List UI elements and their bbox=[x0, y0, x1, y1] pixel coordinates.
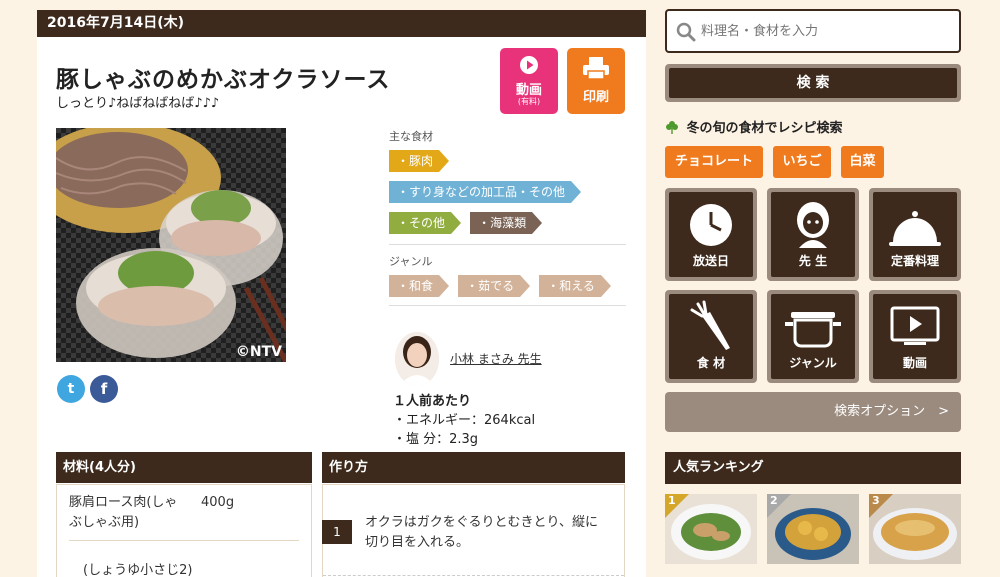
nutrition-info: １人前あたり ・エネルギー：264kcal ・塩 分：2.3g bbox=[393, 392, 535, 449]
recipe-photo: ©NTV bbox=[56, 128, 286, 362]
search-icon bbox=[676, 22, 696, 42]
broadcast-date: 2016年7月14日(木) bbox=[37, 10, 646, 37]
ingredient-amount: 400g bbox=[201, 495, 235, 510]
rank-number: 2 bbox=[770, 494, 778, 507]
tile-label: 先 生 bbox=[798, 254, 828, 268]
twitter-icon: t bbox=[67, 381, 75, 397]
ranking-header: 人気ランキング bbox=[665, 452, 961, 484]
ingredients-list: 豚肩ロース肉(しゃぶしゃぶ用) 400g (しょうゆ小さじ2) bbox=[56, 484, 312, 577]
ingredient-tag[interactable]: ・その他 bbox=[389, 212, 462, 234]
tile-ingredients[interactable]: 食 材 bbox=[665, 290, 757, 383]
step-number: 1 bbox=[322, 520, 352, 544]
video-button[interactable]: 動画 (有料) bbox=[500, 48, 558, 114]
tile-label: 定番料理 bbox=[890, 254, 939, 268]
pot-icon bbox=[785, 312, 841, 348]
season-tag-chocolate[interactable]: チョコレート bbox=[665, 146, 763, 178]
video-paid-note: (有料) bbox=[517, 97, 541, 106]
search-input[interactable] bbox=[701, 21, 941, 41]
search-button-label: 検 索 bbox=[669, 68, 957, 98]
info-divider bbox=[389, 244, 626, 245]
nutrition-energy: ・エネルギー：264kcal bbox=[393, 413, 536, 428]
nutrition-heading: １人前あたり bbox=[393, 394, 472, 409]
recipe-card: 2016年7月14日(木) 豚しゃぶのめかぶオクラソース しっとり♪ねばねばねば… bbox=[37, 10, 646, 577]
info-divider bbox=[389, 305, 626, 306]
genre-tag[interactable]: ・茹でる bbox=[458, 275, 531, 297]
search-button[interactable]: 検 索 bbox=[665, 64, 961, 102]
ingredients-header: 材料(4人分) bbox=[56, 452, 312, 483]
ingredient-tag[interactable]: ・海藻類 bbox=[470, 212, 543, 234]
clock-icon bbox=[690, 204, 732, 246]
rank-number: 3 bbox=[872, 494, 880, 507]
cloche-icon bbox=[889, 211, 941, 246]
facebook-share-button[interactable]: f bbox=[90, 375, 118, 403]
tile-label: 放送日 bbox=[692, 254, 729, 268]
tile-label: 食 材 bbox=[696, 356, 726, 370]
ingredient-name: 豚肩ロース肉(しゃぶしゃぶ用) bbox=[69, 495, 178, 530]
tile-label: 動画 bbox=[902, 356, 927, 370]
photo-copyright: ©NTV bbox=[235, 344, 282, 360]
printer-icon bbox=[583, 57, 609, 80]
twitter-share-button[interactable]: t bbox=[57, 375, 85, 403]
clover-icon bbox=[666, 121, 678, 134]
list-item: (しょうゆ小さじ2) bbox=[83, 559, 192, 577]
season-heading-text: 冬の旬の食材でレシピ検索 bbox=[686, 121, 843, 136]
steps-list: 1 オクラはガクをぐるりとむきとり、縦に切り目を入れる。 bbox=[322, 484, 625, 577]
steps-header: 作り方 bbox=[322, 452, 625, 483]
tile-classic-recipes[interactable]: 定番料理 bbox=[869, 188, 961, 281]
print-button-label: 印刷 bbox=[582, 90, 609, 105]
genre-tag[interactable]: ・和食 bbox=[389, 275, 450, 297]
recipe-info: 主な食材 ・豚肉 ・すり身などの加工品・その他 ・その他 ・海藻類 ジャンル ・… bbox=[389, 128, 626, 312]
ranking-item-1[interactable]: 1 bbox=[665, 494, 757, 564]
season-tag-strawberry[interactable]: いちご bbox=[773, 146, 831, 178]
recipe-subtitle: しっとり♪ねばねばねば♪♪♪ bbox=[56, 96, 220, 111]
ranking-item-2[interactable]: 2 bbox=[767, 494, 859, 564]
facebook-icon: f bbox=[100, 380, 108, 398]
genre-label: ジャンル bbox=[389, 255, 433, 268]
tile-label: ジャンル bbox=[789, 356, 837, 370]
tile-broadcast-date[interactable]: 放送日 bbox=[665, 188, 757, 281]
step-text: オクラはガクをぐるりとむきとり、縦に切り目を入れる。 bbox=[365, 515, 598, 550]
teacher-link[interactable]: 小林 まさみ 先生 bbox=[450, 350, 542, 367]
carrot-icon bbox=[690, 300, 730, 350]
teacher-avatar bbox=[395, 332, 439, 386]
tile-teacher[interactable]: 先 生 bbox=[767, 188, 859, 281]
ingredient-name: (しょうゆ小さじ2) bbox=[83, 563, 193, 577]
recipe-title: 豚しゃぶのめかぶオクラソース bbox=[56, 67, 391, 93]
tile-video[interactable]: 動画 bbox=[869, 290, 961, 383]
print-button[interactable]: 印刷 bbox=[567, 48, 625, 114]
play-icon bbox=[520, 56, 538, 74]
step-divider bbox=[323, 575, 624, 576]
ingredient-tag[interactable]: ・すり身などの加工品・その他 bbox=[389, 181, 582, 203]
tile-genre[interactable]: ジャンル bbox=[767, 290, 859, 383]
main-ingredients-label: 主な食材 bbox=[389, 130, 433, 143]
season-tag-cabbage[interactable]: 白菜 bbox=[841, 146, 884, 178]
ranking-item-3[interactable]: 3 bbox=[869, 494, 961, 564]
teacher-icon bbox=[797, 202, 829, 248]
list-item: 豚肩ロース肉(しゃぶしゃぶ用) 400g bbox=[69, 493, 299, 541]
genre-tag[interactable]: ・和える bbox=[539, 275, 611, 297]
rank-number: 1 bbox=[668, 494, 676, 507]
search-options-button[interactable]: 検索オプション > bbox=[665, 392, 961, 432]
search-box[interactable] bbox=[665, 9, 961, 53]
tv-play-icon bbox=[890, 306, 940, 345]
ingredient-tag[interactable]: ・豚肉 bbox=[389, 150, 450, 172]
nutrition-salt: ・塩 分：2.3g bbox=[393, 432, 479, 447]
season-heading: 冬の旬の食材でレシピ検索 bbox=[665, 117, 843, 136]
